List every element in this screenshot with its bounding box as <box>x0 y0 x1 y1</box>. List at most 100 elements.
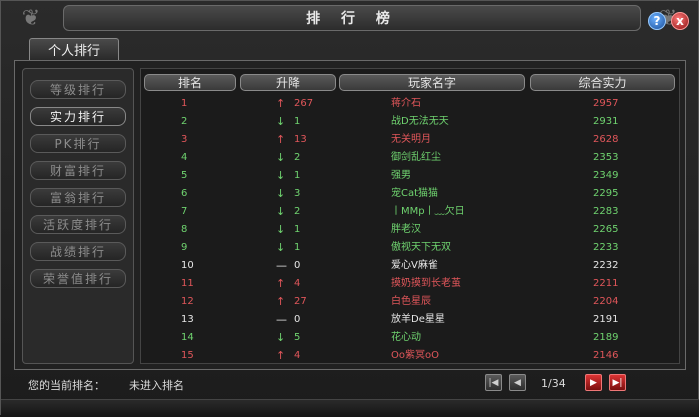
rank-cell: 6 <box>181 188 188 199</box>
power-cell: 2353 <box>593 152 619 163</box>
table-row[interactable]: 1 ↑ 267 蒋介石 2957 <box>140 95 680 113</box>
title-bar[interactable]: 排 行 榜 <box>63 5 641 31</box>
side-menu-item[interactable]: 战绩排行 <box>30 242 126 261</box>
rank-cell: 7 <box>181 206 188 217</box>
side-menu-item[interactable]: PK排行 <box>30 134 126 153</box>
change-cell: 1 <box>294 170 301 181</box>
rank-cell: 15 <box>181 350 194 361</box>
power-cell: 2233 <box>593 242 619 253</box>
column-header-change[interactable]: 升降 <box>240 74 336 91</box>
up-arrow-icon: ↑ <box>276 133 286 146</box>
down-arrow-icon: ↓ <box>276 169 286 182</box>
rank-cell: 4 <box>181 152 188 163</box>
side-menu-item[interactable]: 荣誉值排行 <box>30 269 126 288</box>
side-menu-item[interactable]: 等级排行 <box>30 80 126 99</box>
side-menu-item[interactable]: 财富排行 <box>30 161 126 180</box>
table-row[interactable]: 3 ↑ 13 无关明月 2628 <box>140 131 680 149</box>
rank-cell: 10 <box>181 260 194 271</box>
down-arrow-icon: ↓ <box>276 205 286 218</box>
next-page-button[interactable]: ▶ <box>585 374 602 391</box>
table-row[interactable]: 5 ↓ 1 强男 2349 <box>140 167 680 185</box>
down-arrow-icon: ↓ <box>276 241 286 254</box>
table-row[interactable]: 15 ↑ 4 Oo紫冥oO 2146 <box>140 347 680 365</box>
change-cell: 0 <box>294 314 301 325</box>
power-cell: 2232 <box>593 260 619 271</box>
first-page-button[interactable]: |◀ <box>485 374 502 391</box>
change-cell: 13 <box>294 134 307 145</box>
down-arrow-icon: ↓ <box>276 223 286 236</box>
player-name-cell: 强男 <box>391 170 411 181</box>
change-cell: 2 <box>294 206 301 217</box>
last-page-button[interactable]: ▶| <box>609 374 626 391</box>
power-cell: 2349 <box>593 170 619 181</box>
player-name-cell: 无关明月 <box>391 134 431 145</box>
right-wing-ornament: ❦ <box>658 5 678 31</box>
player-name-cell: 御剑乱红尘 <box>391 152 441 163</box>
up-arrow-icon: ↑ <box>276 97 286 110</box>
rank-cell: 13 <box>181 314 194 325</box>
prev-page-button[interactable]: ◀ <box>509 374 526 391</box>
page-indicator: 1/34 <box>541 377 566 390</box>
player-name-cell: 丨MMp丨﹏欠日 <box>391 206 465 217</box>
tab-personal-ranking[interactable]: 个人排行 <box>29 38 119 60</box>
change-cell: 4 <box>294 350 301 361</box>
player-name-cell: 放羊De星星 <box>391 314 445 325</box>
table-row[interactable]: 11 ↑ 4 摸奶摸到长老茧 2211 <box>140 275 680 293</box>
change-cell: 5 <box>294 332 301 343</box>
power-cell: 2265 <box>593 224 619 235</box>
table-row[interactable]: 10 — 0 爱心V麻雀 2232 <box>140 257 680 275</box>
rank-cell: 9 <box>181 242 188 253</box>
side-menu-item[interactable]: 富翁排行 <box>30 188 126 207</box>
help-button[interactable]: ? <box>648 12 666 30</box>
rank-cell: 5 <box>181 170 188 181</box>
rank-cell: 1 <box>181 98 188 109</box>
down-arrow-icon: ↓ <box>276 151 286 164</box>
rank-cell: 3 <box>181 134 188 145</box>
change-cell: 3 <box>294 188 301 199</box>
rank-cell: 2 <box>181 116 188 127</box>
table-row[interactable]: 7 ↓ 2 丨MMp丨﹏欠日 2283 <box>140 203 680 221</box>
power-cell: 2146 <box>593 350 619 361</box>
player-name-cell: 蒋介石 <box>391 98 421 109</box>
change-cell: 1 <box>294 242 301 253</box>
column-header-rank[interactable]: 排名 <box>144 74 236 91</box>
column-header-power[interactable]: 综合实力 <box>530 74 675 91</box>
player-name-cell: 花心动 <box>391 332 421 343</box>
table-row[interactable]: 13 — 0 放羊De星星 2191 <box>140 311 680 329</box>
window-title: 排 行 榜 <box>306 11 398 27</box>
bottom-bar <box>1 399 699 417</box>
up-arrow-icon: ↑ <box>276 277 286 290</box>
left-wing-ornament: ❦ <box>21 5 41 31</box>
rank-cell: 12 <box>181 296 194 307</box>
power-cell: 2628 <box>593 134 619 145</box>
rank-cell: 11 <box>181 278 194 289</box>
side-menu-item[interactable]: 实力排行 <box>30 107 126 126</box>
power-cell: 2957 <box>593 98 619 109</box>
table-row[interactable]: 12 ↑ 27 白色星辰 2204 <box>140 293 680 311</box>
player-name-cell: 傲视天下无双 <box>391 242 451 253</box>
change-cell: 267 <box>294 98 314 109</box>
down-arrow-icon: ↓ <box>276 115 286 128</box>
rank-cell: 8 <box>181 224 188 235</box>
current-rank-value: 未进入排名 <box>129 379 184 392</box>
change-cell: 1 <box>294 116 301 127</box>
power-cell: 2189 <box>593 332 619 343</box>
power-cell: 2211 <box>593 278 619 289</box>
table-row[interactable]: 6 ↓ 3 宠Cat猫猫 2295 <box>140 185 680 203</box>
rank-cell: 14 <box>181 332 194 343</box>
side-menu-item[interactable]: 活跃度排行 <box>30 215 126 234</box>
table-row[interactable]: 2 ↓ 1 战D无法无天 2931 <box>140 113 680 131</box>
player-name-cell: 胖老汉 <box>391 224 421 235</box>
player-name-cell: 摸奶摸到长老茧 <box>391 278 461 289</box>
power-cell: 2204 <box>593 296 619 307</box>
dash-icon: — <box>276 259 287 272</box>
player-name-cell: 战D无法无天 <box>391 116 449 127</box>
table-row[interactable]: 4 ↓ 2 御剑乱红尘 2353 <box>140 149 680 167</box>
table-row[interactable]: 9 ↓ 1 傲视天下无双 2233 <box>140 239 680 257</box>
table-row[interactable]: 8 ↓ 1 胖老汉 2265 <box>140 221 680 239</box>
column-header-player-name[interactable]: 玩家名字 <box>339 74 525 91</box>
close-button[interactable]: x <box>671 12 689 30</box>
table-row[interactable]: 14 ↓ 5 花心动 2189 <box>140 329 680 347</box>
up-arrow-icon: ↑ <box>276 295 286 308</box>
power-cell: 2295 <box>593 188 619 199</box>
